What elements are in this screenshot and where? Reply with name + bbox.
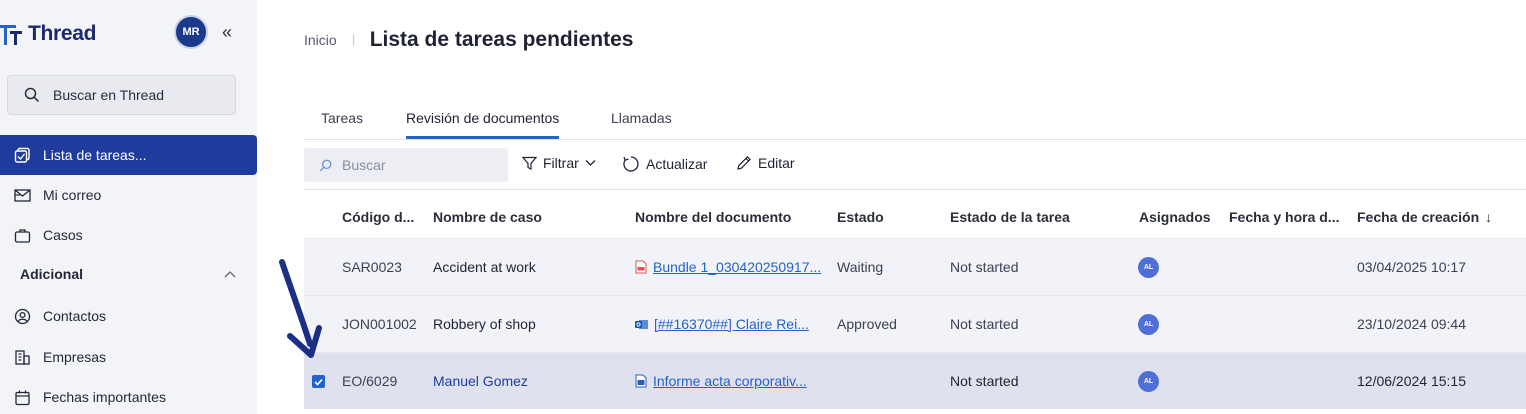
calendar-icon bbox=[13, 388, 31, 406]
cell-document: Bundle 1_030420250917... bbox=[635, 239, 825, 295]
user-avatar[interactable]: MR bbox=[174, 15, 208, 49]
word-icon bbox=[635, 374, 647, 388]
table-header: Código d... Nombre de caso Nombre del do… bbox=[304, 196, 1526, 238]
tab-document-review[interactable]: Revisión de documentos bbox=[406, 110, 560, 139]
column-header-task-status[interactable]: Estado de la tarea bbox=[950, 196, 1130, 238]
column-header-case-name[interactable]: Nombre de caso bbox=[433, 196, 623, 238]
app-logo[interactable]: Thread bbox=[0, 22, 97, 46]
breadcrumb-separator bbox=[352, 34, 354, 46]
chevron-down-icon bbox=[585, 160, 596, 166]
sidebar-item-label: Casos bbox=[43, 227, 83, 243]
cell-task-status: Not started bbox=[950, 259, 1019, 275]
cell-status: Approved bbox=[837, 316, 897, 332]
edit-label: Editar bbox=[758, 155, 795, 171]
tab-tasks[interactable]: Tareas bbox=[321, 110, 363, 136]
sidebar: Thread MR « Buscar en Thread Lista de ta… bbox=[0, 0, 257, 414]
cell-task-status: Not started bbox=[950, 316, 1019, 332]
cell-case-name: Accident at work bbox=[433, 259, 536, 275]
app-name: Thread bbox=[28, 22, 97, 45]
column-header-created-date[interactable]: Fecha de creación ↓ bbox=[1357, 196, 1507, 238]
search-icon bbox=[319, 159, 332, 171]
cell-code: JON001002 bbox=[342, 316, 417, 332]
cell-created-date: 12/06/2024 15:15 bbox=[1357, 373, 1466, 389]
collapse-sidebar-button[interactable]: « bbox=[222, 22, 232, 42]
table-row[interactable]: JON001002 Robbery of shop [##16370##] Cl… bbox=[304, 295, 1526, 352]
column-header-code[interactable]: Código d... bbox=[342, 196, 422, 238]
tab-bar: Tareas Revisión de documentos Llamadas bbox=[304, 108, 1526, 140]
sidebar-item-task-list[interactable]: Lista de tareas... bbox=[0, 135, 257, 175]
filter-icon bbox=[522, 156, 537, 170]
refresh-label: Actualizar bbox=[646, 156, 708, 172]
cell-created-date: 03/04/2025 10:17 bbox=[1357, 259, 1466, 275]
breadcrumb: Inicio Lista de tareas pendientes bbox=[304, 28, 633, 52]
cell-assignee: AL bbox=[1138, 239, 1159, 295]
thread-logo-icon bbox=[0, 25, 22, 45]
sidebar-item-contacts[interactable]: Contactos bbox=[0, 296, 257, 336]
refresh-icon bbox=[623, 156, 639, 172]
global-search-placeholder: Buscar en Thread bbox=[53, 87, 165, 103]
toolbar-divider bbox=[304, 189, 1526, 190]
cell-document: [##16370##] Claire Rei... bbox=[635, 296, 825, 352]
cell-assignee: AL bbox=[1138, 353, 1159, 409]
sidebar-item-label: Lista de tareas... bbox=[43, 147, 147, 163]
document-link[interactable]: [##16370##] Claire Rei... bbox=[654, 316, 809, 332]
breadcrumb-home-link[interactable]: Inicio bbox=[304, 32, 337, 48]
chevron-up-icon[interactable] bbox=[224, 267, 236, 281]
page-title: Lista de tareas pendientes bbox=[369, 28, 634, 51]
sidebar-item-mail[interactable]: Mi correo bbox=[0, 175, 257, 215]
table-row-selected[interactable]: EO/6029 Manuel Gomez Informe acta corpor… bbox=[304, 352, 1526, 409]
cell-created-date: 23/10/2024 09:44 bbox=[1357, 316, 1466, 332]
column-header-assignees[interactable]: Asignados bbox=[1139, 196, 1219, 238]
document-link[interactable]: Informe acta corporativ... bbox=[653, 373, 807, 389]
building-icon bbox=[13, 348, 31, 366]
document-link[interactable]: Bundle 1_030420250917... bbox=[653, 259, 821, 275]
edit-button[interactable]: Editar bbox=[736, 155, 795, 171]
sidebar-section-label: Adicional bbox=[20, 266, 84, 282]
outlook-icon bbox=[635, 319, 648, 329]
column-header-datetime[interactable]: Fecha y hora d... bbox=[1229, 196, 1343, 238]
search-icon bbox=[24, 87, 40, 103]
row-checkbox[interactable] bbox=[312, 375, 325, 388]
column-header-label: Fecha de creación bbox=[1357, 209, 1480, 225]
sidebar-item-label: Empresas bbox=[43, 349, 107, 365]
toolbar: Buscar Filtrar Actualizar Editar bbox=[304, 148, 1526, 182]
contact-icon bbox=[13, 307, 31, 325]
task-list-icon bbox=[13, 146, 31, 164]
sidebar-item-companies[interactable]: Empresas bbox=[0, 337, 257, 377]
sidebar-item-cases[interactable]: Casos bbox=[0, 215, 257, 255]
sidebar-item-label: Mi correo bbox=[43, 187, 102, 203]
filter-button[interactable]: Filtrar bbox=[522, 155, 596, 171]
annotation-arrow-icon bbox=[279, 259, 322, 358]
filter-label: Filtrar bbox=[543, 155, 579, 171]
refresh-button[interactable]: Actualizar bbox=[622, 155, 707, 173]
checkmark-icon bbox=[314, 378, 323, 386]
pdf-icon bbox=[635, 260, 647, 274]
assignee-avatar[interactable]: AL bbox=[1138, 370, 1159, 392]
table-search-placeholder: Buscar bbox=[342, 157, 386, 173]
cell-status: Waiting bbox=[837, 259, 884, 275]
assignee-avatar[interactable]: AL bbox=[1138, 256, 1159, 278]
mail-icon bbox=[13, 186, 31, 204]
cell-code: SAR0023 bbox=[342, 259, 402, 275]
table-row[interactable]: SAR0023 Accident at work Bundle 1_030420… bbox=[304, 238, 1526, 295]
column-header-document-name[interactable]: Nombre del documento bbox=[635, 196, 825, 238]
briefcase-icon bbox=[13, 226, 31, 244]
cell-assignee: AL bbox=[1138, 296, 1159, 352]
sidebar-item-label: Fechas importantes bbox=[43, 389, 166, 405]
cell-task-status: Not started bbox=[950, 373, 1019, 389]
sidebar-item-label: Contactos bbox=[43, 308, 107, 324]
pencil-icon bbox=[737, 156, 751, 170]
column-header-status[interactable]: Estado bbox=[837, 196, 937, 238]
cell-case-name: Manuel Gomez bbox=[433, 373, 528, 389]
cell-case-name: Robbery of shop bbox=[433, 316, 536, 332]
sidebar-section-additional[interactable]: Adicional bbox=[20, 266, 236, 282]
table-search-input[interactable]: Buscar bbox=[304, 148, 508, 182]
tab-calls[interactable]: Llamadas bbox=[611, 110, 672, 136]
sort-descending-icon[interactable]: ↓ bbox=[1485, 209, 1492, 225]
global-search-input[interactable]: Buscar en Thread bbox=[7, 75, 236, 115]
assignee-avatar[interactable]: AL bbox=[1138, 313, 1159, 335]
cell-document: Informe acta corporativ... bbox=[635, 353, 825, 409]
cell-code: EO/6029 bbox=[342, 373, 398, 389]
sidebar-item-important-dates[interactable]: Fechas importantes bbox=[0, 377, 257, 414]
